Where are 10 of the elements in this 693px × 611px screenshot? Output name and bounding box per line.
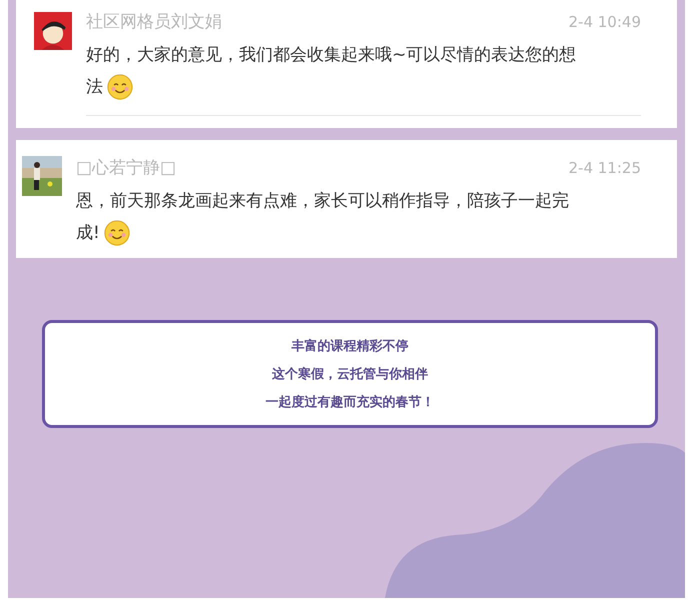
author-name: 社区网格员刘文娟 bbox=[86, 11, 222, 33]
avatar-icon bbox=[34, 12, 72, 50]
banner-text: 丰富的课程精彩不停 bbox=[292, 338, 408, 355]
author-name: □心若宁静□ bbox=[76, 157, 176, 179]
banner-text: 一起度过有趣而充实的春节！ bbox=[266, 394, 434, 411]
banner-text: 这个寒假，云托管与你相伴 bbox=[272, 366, 428, 383]
timestamp: 2-4 11:25 bbox=[568, 159, 641, 177]
timestamp: 2-4 10:49 bbox=[568, 13, 641, 31]
comment-text: 恩，前天那条龙画起来有点难，家长可以稍作指导，陪孩子一起完成! bbox=[76, 185, 576, 249]
comment-text: 好的，大家的意见，我们都会收集起来哦~可以尽情的表达您的想法 bbox=[86, 39, 586, 103]
